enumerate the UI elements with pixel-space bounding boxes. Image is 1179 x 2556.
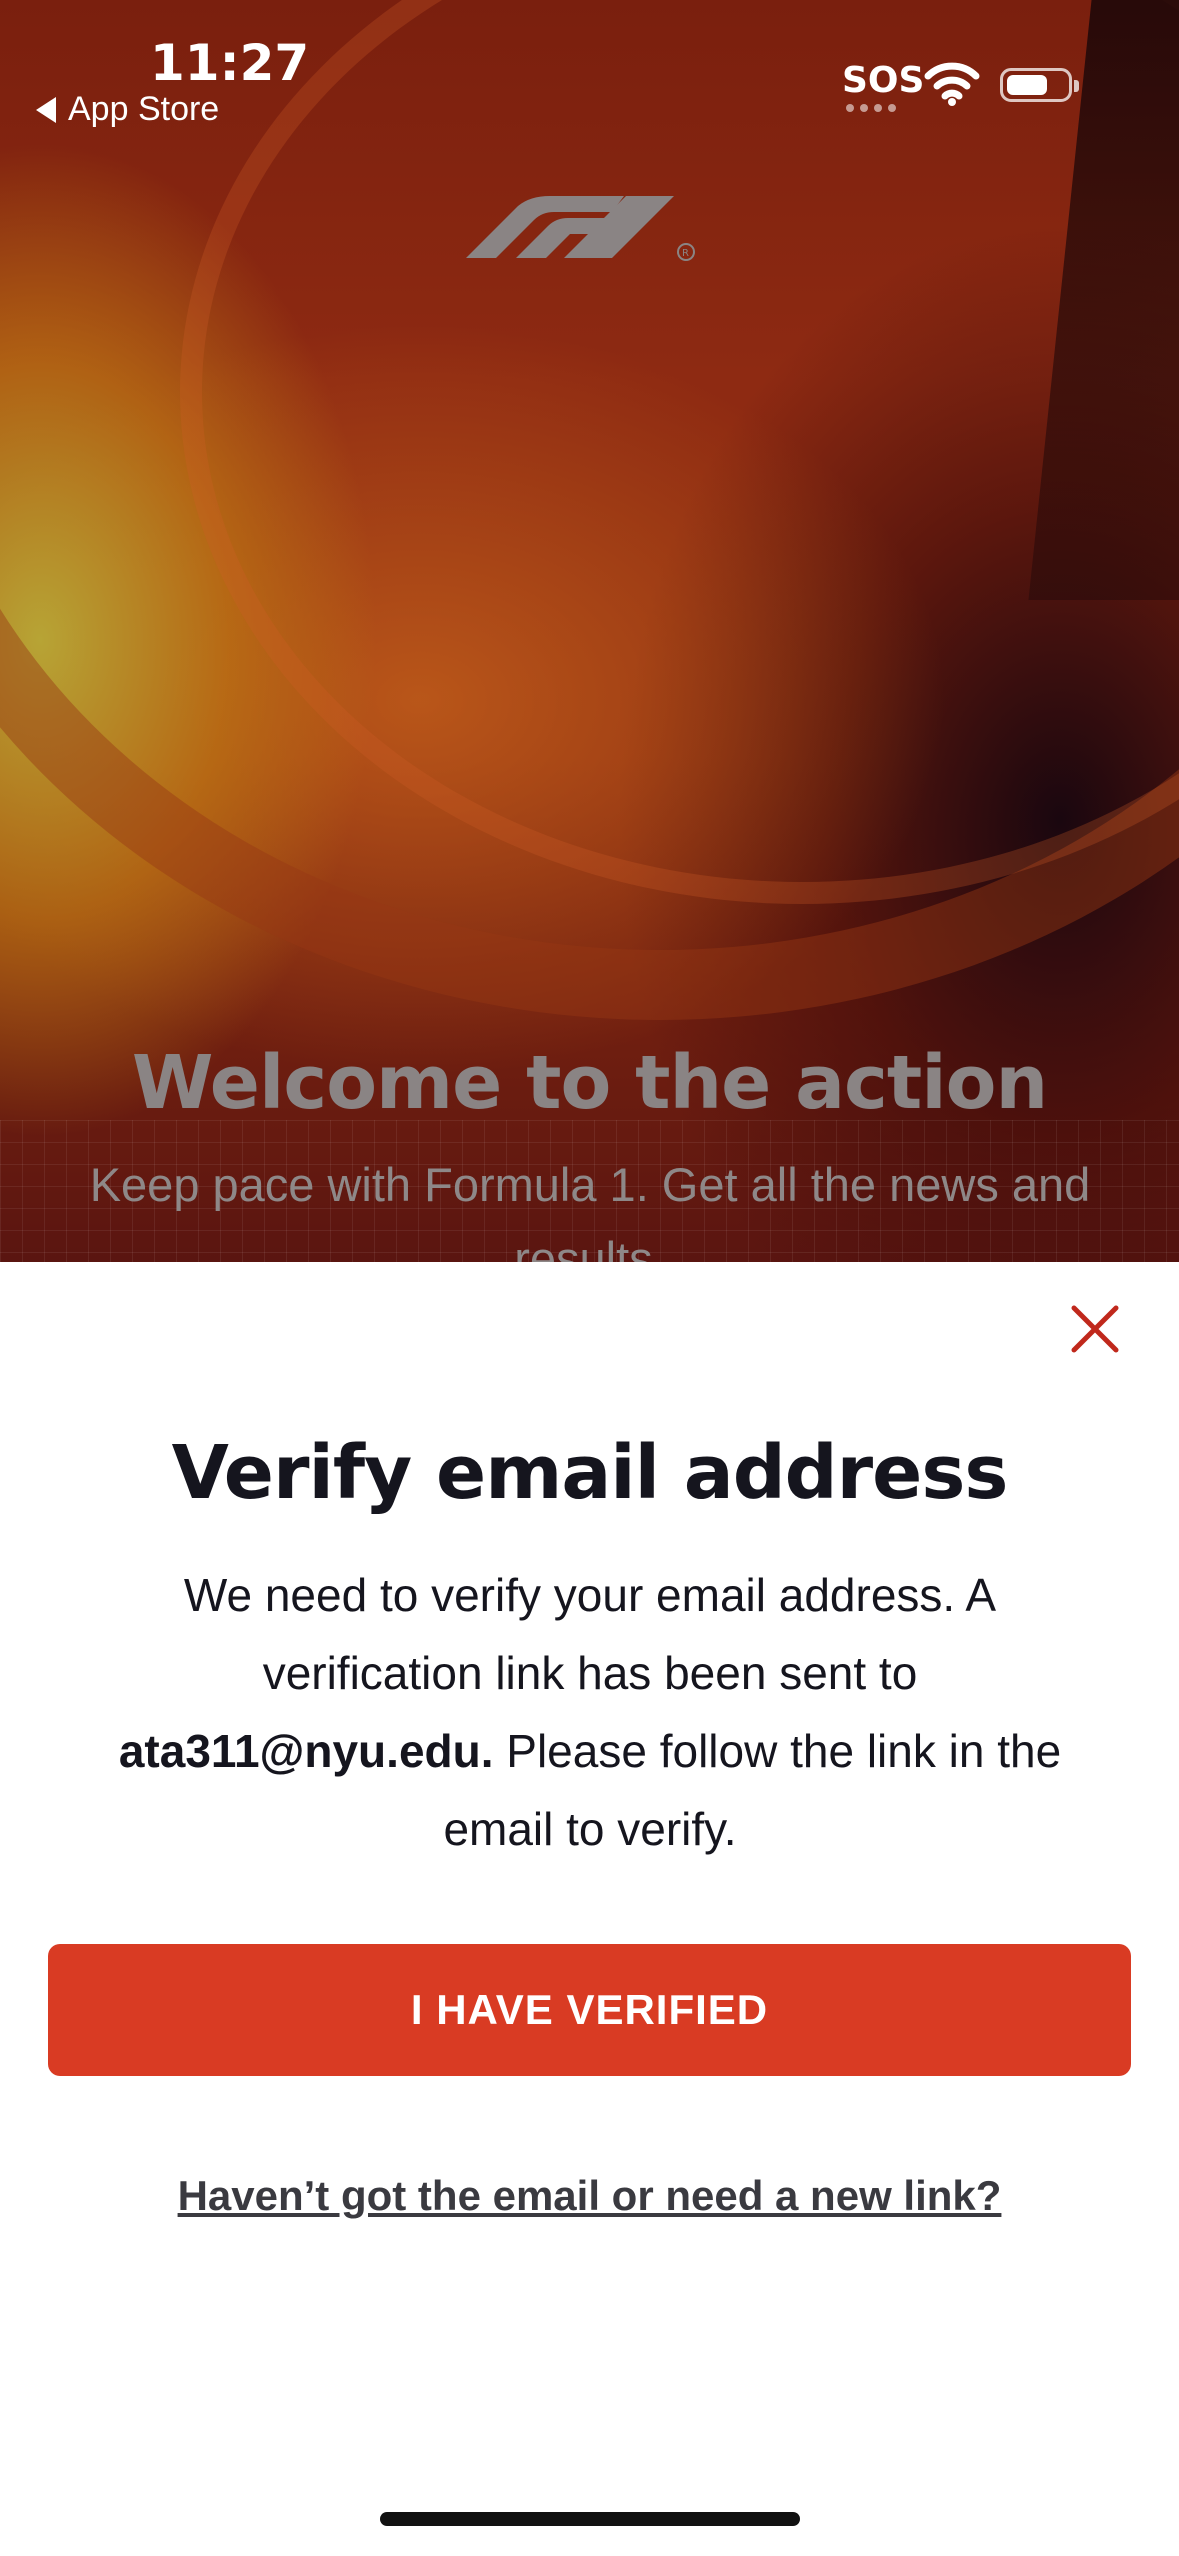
dialog-title: Verify email address [171,1430,1009,1516]
i-have-verified-button[interactable]: I HAVE VERIFIED [48,1944,1131,2076]
resend-link[interactable]: Haven’t got the email or need a new link… [0,2172,1179,2220]
svg-text:R: R [682,248,689,259]
back-to-app-store[interactable]: App Store [36,90,219,129]
signal-dots [846,104,896,112]
dialog-message: We need to verify your email address. A … [70,1556,1110,1868]
close-icon[interactable] [1064,1298,1126,1360]
battery-icon [1000,68,1079,102]
status-time: 11:27 [150,34,310,92]
back-arrow-icon [36,96,56,123]
hero-title: Welcome to the action [131,1040,1048,1126]
email-address: ata311@nyu.edu. [118,1725,494,1777]
message-text-start: We need to verify your email address. A … [183,1569,997,1699]
back-label: App Store [68,90,220,128]
message-text-end: Please follow the link in the email to v… [443,1725,1062,1855]
sos-indicator: SOS [842,60,925,101]
wifi-icon [924,62,980,106]
f1-logo: R [466,196,695,261]
home-indicator[interactable] [380,2512,800,2526]
